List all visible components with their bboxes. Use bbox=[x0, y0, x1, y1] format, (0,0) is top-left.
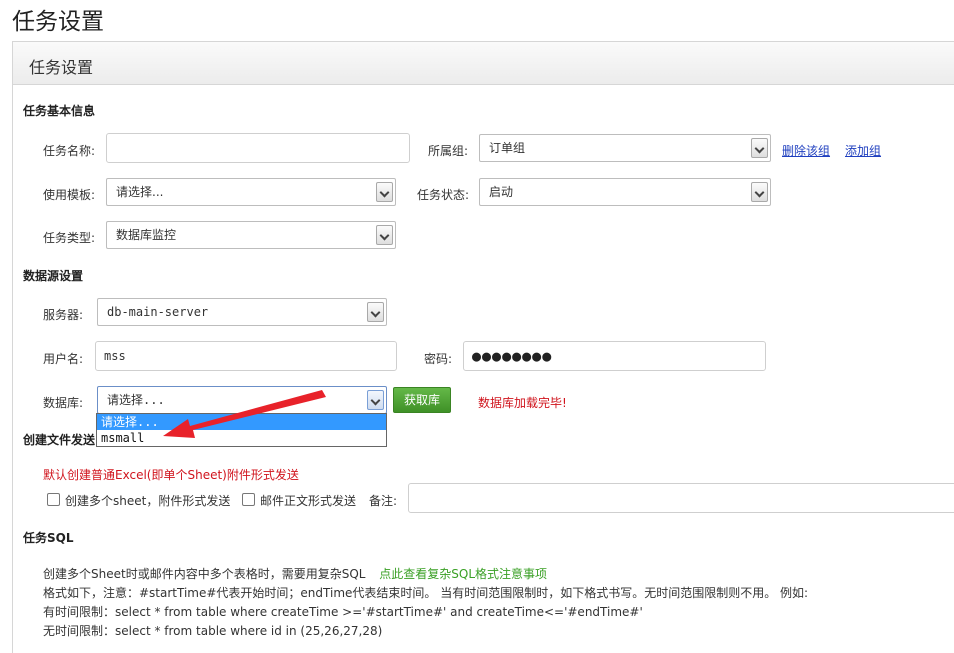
type-select[interactable]: 数据库监控 bbox=[106, 221, 396, 249]
sql-example-notime: 无时间限制：select * from table where id in (2… bbox=[43, 624, 383, 638]
server-label: 服务器: bbox=[43, 308, 84, 322]
remark-label: 备注: bbox=[369, 494, 398, 508]
password-label: 密码: bbox=[424, 352, 453, 366]
group-label: 所属组: bbox=[428, 144, 469, 158]
status-select-value: 启动 bbox=[489, 185, 514, 199]
database-select-value: 请选择... bbox=[107, 393, 165, 407]
server-select[interactable]: db-main-server bbox=[97, 298, 387, 326]
page-title: 任务设置 bbox=[12, 9, 104, 35]
template-select-value: 请选择... bbox=[116, 185, 164, 199]
panel-title: 任务设置 bbox=[29, 58, 94, 77]
template-select[interactable]: 请选择... bbox=[106, 178, 396, 206]
delete-group-link[interactable]: 删除该组 bbox=[782, 142, 830, 159]
sql-hint-line1: 创建多个Sheet时或邮件内容中多个表格时，需要用复杂SQL 点此查看复杂SQL… bbox=[43, 565, 547, 582]
group-select-value: 订单组 bbox=[489, 141, 526, 155]
database-label: 数据库: bbox=[43, 396, 84, 410]
server-select-value: db-main-server bbox=[107, 305, 209, 319]
group-select[interactable]: 订单组 bbox=[479, 134, 771, 162]
chevron-down-icon bbox=[376, 225, 393, 245]
database-select[interactable]: 请选择... bbox=[97, 386, 387, 414]
task-name-label: 任务名称: bbox=[43, 144, 96, 158]
dropdown-option-msmall[interactable]: msmall bbox=[97, 430, 386, 446]
chevron-down-icon bbox=[751, 182, 768, 202]
section-title-basic: 任务基本信息 bbox=[23, 104, 96, 118]
database-load-status: 数据库加载完毕! bbox=[478, 396, 567, 410]
password-input[interactable]: ●●●●●●●● bbox=[463, 341, 766, 371]
remark-input[interactable] bbox=[408, 483, 954, 513]
sql-hint-line2: 格式如下，注意：#startTime#代表开始时间；endTime代表结束时间。… bbox=[43, 586, 809, 600]
section-title-sql: 任务SQL bbox=[23, 531, 74, 545]
section-title-datasource: 数据源设置 bbox=[23, 269, 84, 283]
panel-header: 任务设置 bbox=[13, 42, 954, 85]
type-select-value: 数据库监控 bbox=[116, 228, 177, 242]
section-title-file: 创建文件发送 bbox=[23, 433, 96, 447]
sql-format-link[interactable]: 点此查看复杂SQL格式注意事项 bbox=[379, 567, 547, 581]
chevron-down-icon bbox=[751, 138, 768, 158]
chevron-down-icon bbox=[367, 302, 384, 322]
database-dropdown-list[interactable]: 请选择... msmall bbox=[96, 413, 387, 447]
sql-example-time: 有时间限制：select * from table where createTi… bbox=[43, 605, 643, 619]
chevron-down-icon bbox=[367, 390, 384, 410]
task-name-input[interactable] bbox=[106, 133, 410, 163]
username-input[interactable]: mss bbox=[95, 341, 397, 371]
default-send-note: 默认创建普通Excel(即单个Sheet)附件形式发送 bbox=[43, 468, 299, 482]
username-label: 用户名: bbox=[43, 352, 84, 366]
fetch-database-button[interactable]: 获取库 bbox=[393, 387, 451, 413]
sql-hint-text: 创建多个Sheet时或邮件内容中多个表格时，需要用复杂SQL bbox=[43, 567, 366, 581]
mail-body-label: 邮件正文形式发送 bbox=[260, 494, 357, 508]
status-label: 任务状态: bbox=[417, 188, 470, 202]
dropdown-option-placeholder[interactable]: 请选择... bbox=[97, 414, 386, 430]
template-label: 使用模板: bbox=[43, 188, 96, 202]
mail-body-checkbox[interactable] bbox=[242, 493, 255, 506]
status-select[interactable]: 启动 bbox=[479, 178, 771, 206]
add-group-link[interactable]: 添加组 bbox=[845, 142, 881, 159]
type-label: 任务类型: bbox=[43, 231, 96, 245]
multi-sheet-checkbox[interactable] bbox=[47, 493, 60, 506]
chevron-down-icon bbox=[376, 182, 393, 202]
multi-sheet-label: 创建多个sheet，附件形式发送 bbox=[65, 494, 231, 508]
